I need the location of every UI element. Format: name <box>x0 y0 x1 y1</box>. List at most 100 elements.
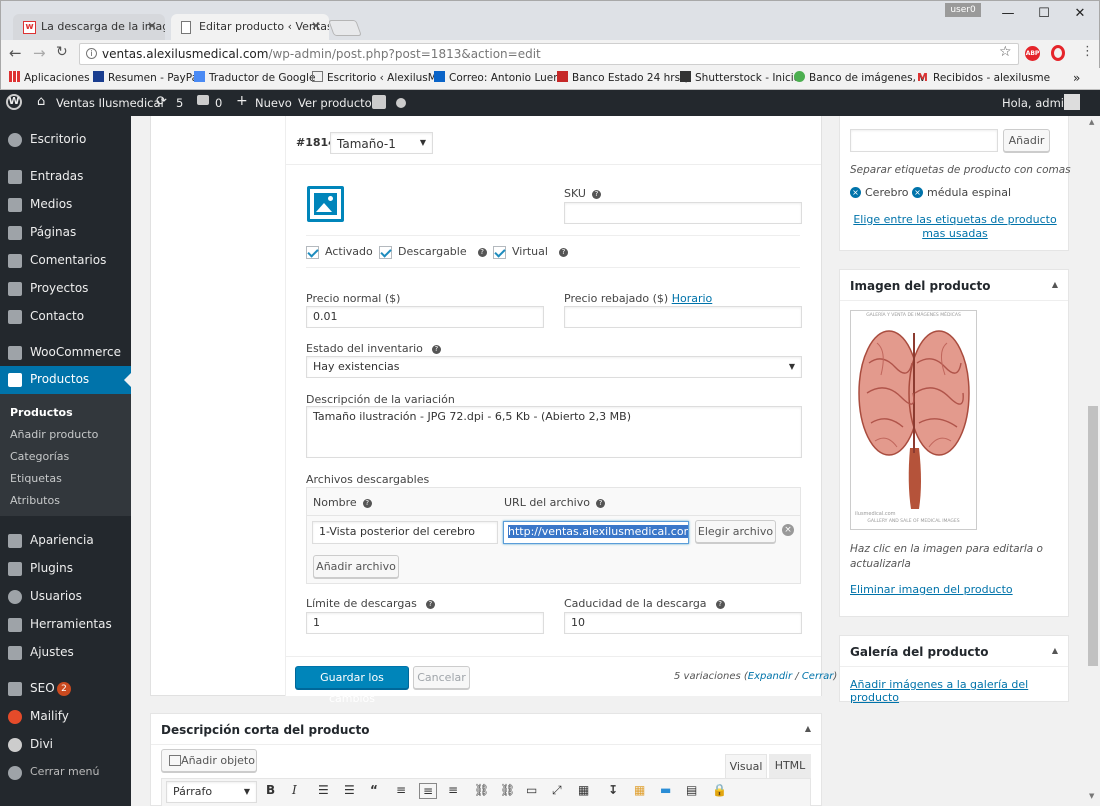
forward-icon[interactable]: → <box>33 44 46 62</box>
sidebar-item-proyectos[interactable]: Proyectos <box>0 275 131 303</box>
cancel-button[interactable]: Cancelar <box>413 666 470 689</box>
tag-input[interactable] <box>850 129 998 152</box>
bookmark-translate[interactable]: Traductor de Google <box>194 71 315 84</box>
expand-link[interactable]: Expandir <box>748 671 792 682</box>
tab-editar-producto[interactable]: Editar producto ‹ Ventas ✕ <box>171 14 329 41</box>
help-icon[interactable]: ? <box>591 190 601 199</box>
help-icon[interactable]: ? <box>362 499 372 508</box>
bookmark-banco[interactable]: Banco Estado 24 hrs ( <box>557 71 688 84</box>
limite-input[interactable]: 1 <box>306 612 544 634</box>
help-icon[interactable]: ? <box>595 499 605 508</box>
table-icon[interactable]: ▬ <box>660 783 671 797</box>
help-icon[interactable]: ? <box>425 600 435 609</box>
activado-checkbox[interactable] <box>306 246 319 259</box>
divi-module-icon[interactable]: ↧ <box>608 783 618 797</box>
scroll-down-icon[interactable]: ▼ <box>1089 792 1094 800</box>
site-name[interactable]: Ventas Ilusmedical <box>56 96 164 110</box>
sidebar-item-escritorio[interactable]: Escritorio <box>0 126 131 154</box>
plus-icon[interactable]: + <box>236 93 248 109</box>
align-center-icon[interactable]: ≡ <box>419 783 438 799</box>
toggle-arrow-icon[interactable]: ▲ <box>1052 646 1058 655</box>
scrollbar-thumb[interactable] <box>1088 406 1098 666</box>
scroll-up-icon[interactable]: ▲ <box>1089 118 1094 126</box>
add-media-button[interactable]: Añadir objeto <box>161 749 257 772</box>
list-block-icon[interactable]: ▤ <box>686 783 697 797</box>
home-icon[interactable]: ⌂ <box>37 94 45 109</box>
horario-link[interactable]: Horario <box>672 292 713 305</box>
shortcode-icon[interactable]: ▦ <box>634 783 645 797</box>
help-icon[interactable]: ? <box>431 345 441 354</box>
align-left-icon[interactable]: ≡ <box>396 783 406 797</box>
reload-icon[interactable]: ↻ <box>56 44 68 60</box>
quote-icon[interactable]: “ <box>370 783 378 797</box>
maximize-icon[interactable]: ☐ <box>1027 4 1061 24</box>
avatar[interactable] <box>1064 94 1080 110</box>
link-icon[interactable]: ⛓ <box>474 783 489 797</box>
precio-rebajado-input[interactable] <box>564 306 802 328</box>
tab-descarga[interactable]: w La descarga de la image ✕ <box>13 14 165 41</box>
sidebar-item-paginas[interactable]: Páginas <box>0 219 131 247</box>
comments-icon[interactable] <box>197 95 209 105</box>
sidebar-item-plugins[interactable]: Plugins <box>0 555 131 583</box>
bookmark-shutterstock[interactable]: Shutterstock - Inicio <box>680 71 800 84</box>
view-product-link[interactable]: Ver producto <box>298 96 372 110</box>
address-bar[interactable]: i ventas.alexilusmedical.com/wp-admin/po… <box>79 43 1019 65</box>
sidebar-item-medios[interactable]: Medios <box>0 191 131 219</box>
help-icon[interactable]: ? <box>558 248 568 257</box>
status-dot-icon[interactable] <box>396 98 406 108</box>
remove-tag-icon[interactable]: × <box>850 187 861 198</box>
submenu-etiquetas[interactable]: Etiquetas <box>10 472 62 485</box>
help-icon[interactable]: ? <box>477 248 487 257</box>
read-more-icon[interactable]: ▭ <box>526 783 537 797</box>
close-tab-icon[interactable]: ✕ <box>147 19 157 33</box>
submenu-atributos[interactable]: Atributos <box>10 494 60 507</box>
bookmark-star-icon[interactable]: ☆ <box>999 44 1012 60</box>
format-select[interactable]: Párrafo ▼ <box>166 781 257 803</box>
bookmark-banco-imagenes[interactable]: Banco de imágenes, v <box>794 71 925 84</box>
sidebar-item-divi[interactable]: Divi <box>0 731 131 759</box>
help-icon[interactable]: ? <box>715 600 725 609</box>
sidebar-item-herramientas[interactable]: Herramientas <box>0 611 131 639</box>
close-link[interactable]: Cerrar <box>802 671 834 682</box>
remove-file-icon[interactable]: × <box>782 524 794 536</box>
yoast-icon[interactable] <box>372 95 386 109</box>
info-icon[interactable]: i <box>86 48 97 59</box>
sidebar-item-productos[interactable]: Productos <box>0 366 131 394</box>
file-url-input[interactable]: http://ventas.alexilusmedical.com/v <box>503 521 689 544</box>
updates-icon[interactable]: ⟳ <box>156 94 167 109</box>
sku-input[interactable] <box>564 202 802 224</box>
add-file-button[interactable]: Añadir archivo <box>313 555 399 578</box>
fullscreen-icon[interactable]: ⤢ <box>552 783 562 798</box>
new-menu[interactable]: Nuevo <box>255 96 292 110</box>
sidebar-item-comentarios[interactable]: Comentarios <box>0 247 131 275</box>
choose-file-button[interactable]: Elegir archivo <box>695 520 776 543</box>
comments-count[interactable]: 0 <box>215 96 222 110</box>
add-tag-button[interactable]: Añadir <box>1003 129 1050 152</box>
file-name-input[interactable]: 1-Vista posterior del cerebro <box>312 521 498 544</box>
bookmark-gmail[interactable]: M Recibidos - alexilusme <box>917 71 1050 84</box>
caducidad-input[interactable]: 10 <box>564 612 802 634</box>
wordpress-icon[interactable]: W <box>6 94 22 110</box>
submenu-categorias[interactable]: Categorías <box>10 450 69 463</box>
add-gallery-images-link[interactable]: Añadir imágenes a la galería del product… <box>850 678 1068 704</box>
submenu-anadir-producto[interactable]: Añadir producto <box>10 428 98 441</box>
toggle-arrow-icon[interactable]: ▲ <box>805 724 811 733</box>
bullet-list-icon[interactable]: ☰ <box>318 783 329 797</box>
toggle-arrow-icon[interactable]: ▲ <box>1052 280 1058 289</box>
bookmark-paypal[interactable]: Resumen - PayPal <box>93 71 201 84</box>
back-icon[interactable]: ← <box>9 44 22 62</box>
menu-icon[interactable]: ⋮ <box>1081 44 1094 59</box>
bookmark-escritorio[interactable]: Escritorio ‹ AlexilusMe <box>312 71 443 84</box>
more-bookmarks-icon[interactable]: » <box>1073 71 1080 85</box>
inventario-select[interactable]: Hay existencias ▼ <box>306 356 802 378</box>
remove-image-link[interactable]: Eliminar imagen del producto <box>850 583 1013 596</box>
sidebar-item-contacto[interactable]: Contacto <box>0 303 131 331</box>
variation-image-button[interactable] <box>307 186 344 222</box>
opera-icon[interactable] <box>1051 45 1065 61</box>
sidebar-item-seo[interactable]: SEO 2 <box>0 675 131 703</box>
adblock-icon[interactable]: ABP <box>1025 46 1040 61</box>
product-image[interactable]: GALERÍA Y VENTA DE IMÁGENES MÉDICAS GALL… <box>850 310 977 530</box>
sidebar-item-ajustes[interactable]: Ajustes <box>0 639 131 667</box>
new-tab-button[interactable] <box>328 20 362 36</box>
descripcion-textarea[interactable]: Tamaño ilustración - JPG 72.dpi - 6,5 Kb… <box>306 406 802 458</box>
